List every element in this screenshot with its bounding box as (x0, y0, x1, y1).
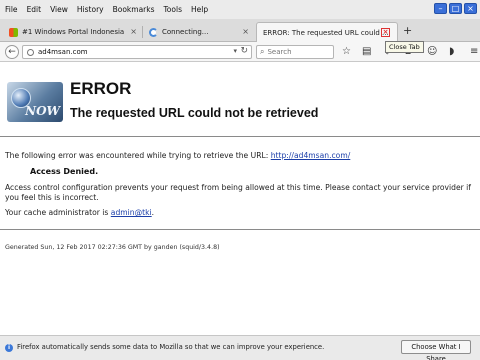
error-intro: The following error was encountered whil… (5, 151, 350, 161)
policy-text-2: you feel this is incorrect. (5, 193, 99, 202)
tab-label: #1 Windows Portal Indonesia (22, 28, 125, 36)
loading-favicon-icon (149, 27, 158, 37)
chat-icon[interactable]: ☺ (427, 46, 437, 58)
maximize-icon[interactable]: □ (449, 3, 462, 14)
hamburger-menu-icon[interactable]: ≡ (470, 46, 478, 58)
menu-bar: File Edit View History Bookmarks Tools H… (0, 0, 480, 19)
search-input[interactable] (267, 48, 326, 56)
chevron-down-icon[interactable]: ▾ (233, 47, 237, 55)
divider (0, 136, 480, 137)
admin-suffix: . (151, 208, 155, 217)
menu-edit[interactable]: Edit (27, 5, 42, 14)
url-text[interactable]: ad4msan.com (38, 48, 88, 56)
search-icon: ⌕ (260, 47, 265, 56)
close-tab-icon[interactable]: × (242, 27, 249, 36)
data-sharing-notification: i Firefox automatically sends some data … (0, 335, 480, 360)
policy-text-1: Access control configuration prevents yo… (5, 183, 471, 192)
menu-bookmarks[interactable]: Bookmarks (113, 5, 155, 14)
tab-connecting[interactable]: Connecting... × (143, 22, 255, 42)
close-tab-icon[interactable]: × (381, 28, 390, 37)
window-controls: – □ × (434, 3, 477, 14)
close-tab-icon[interactable]: × (130, 27, 137, 36)
search-bar[interactable]: ⌕ (256, 45, 334, 59)
menu-help[interactable]: Help (191, 5, 208, 14)
page-content: NOW ERROR The requested URL could not be… (0, 63, 480, 335)
window-close-icon[interactable]: × (464, 3, 477, 14)
pocket-icon[interactable]: ◗ (449, 46, 454, 58)
error-subheading: The requested URL could not be retrieved (70, 106, 319, 120)
access-denied: Access Denied. (30, 167, 99, 176)
admin-line: Your cache administrator is admin@tki. (5, 208, 154, 218)
requested-url-link[interactable]: http://ad4msan.com/ (271, 151, 351, 160)
admin-text: Your cache administrator is (5, 208, 109, 217)
windows-favicon-icon (9, 27, 18, 37)
error-heading: ERROR (70, 79, 132, 98)
info-icon: i (5, 344, 13, 352)
menu-tools[interactable]: Tools (164, 5, 182, 14)
divider (0, 229, 480, 230)
generated-footer: Generated Sun, 12 Feb 2017 02:27:36 GMT … (5, 244, 220, 251)
squid-logo: NOW (7, 82, 63, 122)
tab-windows-portal[interactable]: #1 Windows Portal Indonesia × (3, 22, 143, 42)
url-bar[interactable]: ad4msan.com ▾ ↻ (22, 45, 252, 59)
tab-label: ERROR: The requested URL could ... (263, 28, 389, 37)
minimize-icon[interactable]: – (434, 3, 447, 14)
admin-email-link[interactable]: admin@tki (111, 208, 152, 217)
globe-icon (27, 48, 34, 56)
close-tab-tooltip: Close Tab (385, 41, 424, 53)
intro-text: The following error was encountered whil… (5, 151, 269, 160)
menu-file[interactable]: File (5, 5, 18, 14)
notification-message: Firefox automatically sends some data to… (17, 343, 325, 351)
new-tab-button[interactable]: + (403, 24, 412, 37)
tab-label: Connecting... (162, 28, 209, 36)
menu-view[interactable]: View (50, 5, 68, 14)
tab-error-active[interactable]: ERROR: The requested URL could ... × (256, 22, 398, 42)
back-arrow-icon[interactable]: ← (5, 45, 19, 59)
bookmark-star-icon[interactable]: ☆ (342, 46, 351, 58)
choose-what-i-share-button[interactable]: Choose What I Share (401, 340, 471, 360)
logo-text: NOW (25, 104, 60, 118)
menu-history[interactable]: History (77, 5, 104, 14)
reading-list-icon[interactable]: ▤ (362, 46, 371, 58)
reload-icon[interactable]: ↻ (240, 46, 248, 56)
